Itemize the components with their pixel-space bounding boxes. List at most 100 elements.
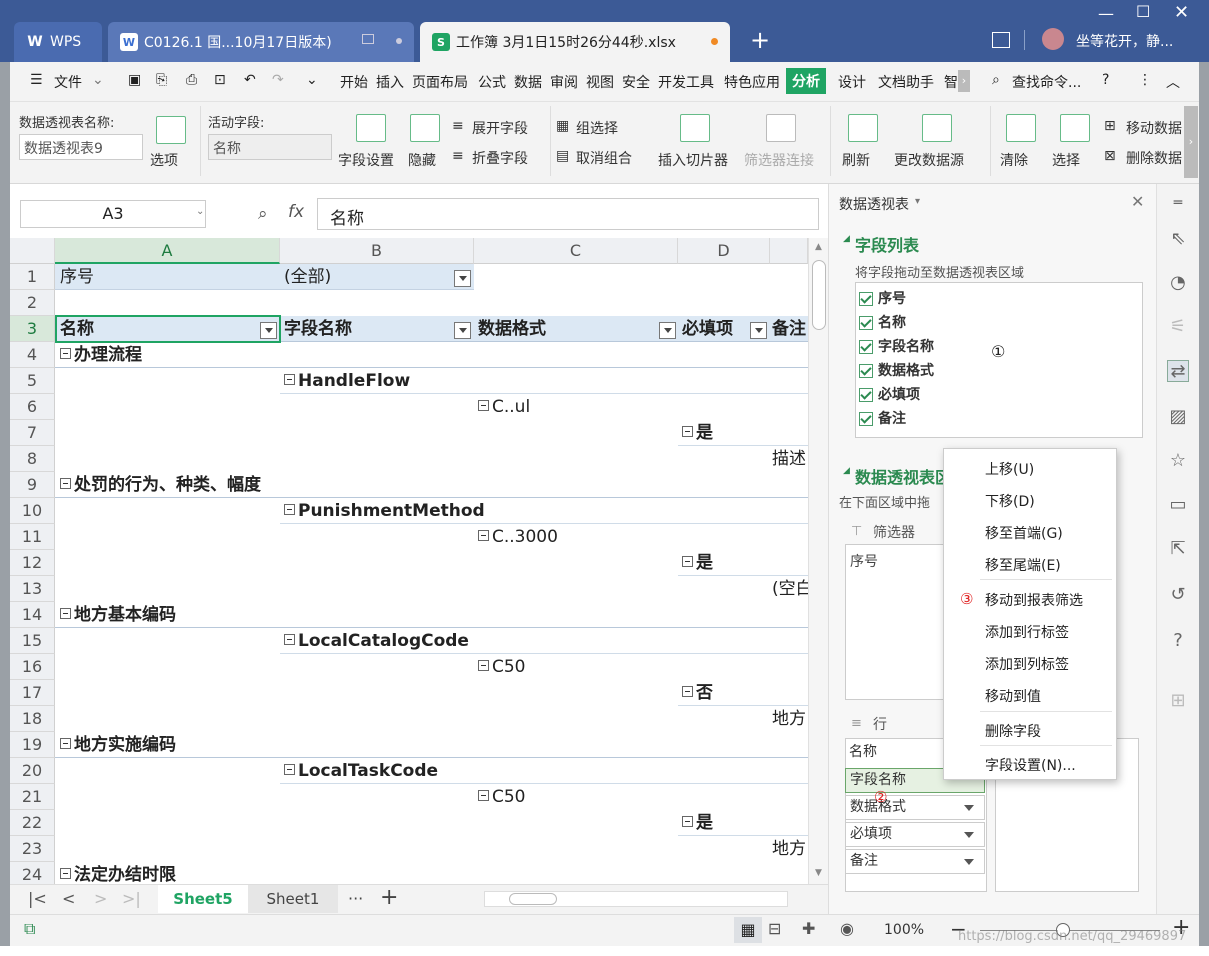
collapse-icon[interactable] (284, 503, 295, 515)
chevron-down-icon[interactable] (964, 859, 974, 865)
ungroup-icon[interactable]: ▤ (556, 148, 569, 164)
more-sheets-icon[interactable]: ··· (348, 889, 363, 908)
cell-b3[interactable]: 字段名称 (284, 316, 352, 342)
export-icon[interactable]: ⎘ (156, 72, 167, 88)
collapse-icon[interactable] (682, 555, 693, 567)
cell-b10[interactable]: PunishmentMethod (284, 498, 485, 524)
print-icon[interactable]: ⎙ (186, 72, 197, 88)
row-field-format[interactable]: 数据格式 (845, 795, 985, 820)
menu-move-down[interactable]: 下移(D) (985, 491, 1035, 511)
row-header[interactable]: 21 (10, 784, 55, 810)
zoom-level[interactable]: 100% (884, 922, 924, 938)
checkbox-checked-icon[interactable] (859, 292, 873, 306)
menu-move-to-first[interactable]: 移至首端(G) (985, 523, 1063, 543)
menu-data[interactable]: 数据 (514, 72, 542, 92)
more-icon[interactable]: ⌄ (306, 72, 318, 88)
cell-d3[interactable]: 必填项 (682, 316, 733, 342)
row-header[interactable]: 6 (10, 394, 55, 420)
field-item-seq[interactable]: 序号 (859, 288, 906, 308)
first-sheet-icon[interactable]: |< (28, 889, 47, 908)
menu-doc-assistant[interactable]: 文档助手 (878, 72, 934, 92)
checkbox-checked-icon[interactable] (859, 340, 873, 354)
checkbox-checked-icon[interactable] (859, 364, 873, 378)
collapse-icon[interactable] (60, 737, 71, 749)
apps-grid-icon[interactable]: ⊞ (1167, 690, 1189, 712)
cell-d7[interactable]: 是 (682, 420, 713, 446)
col-header-e[interactable] (770, 238, 808, 264)
sheet-tab-sheet1[interactable]: Sheet1 (248, 885, 338, 913)
select-all-corner[interactable] (10, 238, 55, 264)
menu-add-to-column-labels[interactable]: 添加到列标签 (985, 654, 1069, 674)
sheet-tab-sheet5[interactable]: Sheet5 (158, 885, 248, 913)
cell-e18[interactable]: 地方 (772, 706, 806, 732)
cell-e3[interactable]: 备注 (772, 316, 806, 342)
cell-d22[interactable]: 是 (682, 810, 713, 836)
redo-icon[interactable]: ↷ (272, 72, 284, 88)
history-icon[interactable]: ↺ (1167, 584, 1189, 606)
collapse-icon[interactable] (60, 347, 71, 359)
collapse-icon[interactable]: ≡ (452, 148, 464, 164)
refresh-icon[interactable] (848, 114, 878, 142)
horizontal-scrollbar[interactable] (484, 891, 788, 907)
cell-c11[interactable]: C..3000 (478, 524, 558, 550)
row-header[interactable]: 20 (10, 758, 55, 784)
reading-mode-icon[interactable]: ✚ (802, 919, 815, 938)
collapse-icon[interactable] (682, 815, 693, 827)
row-header[interactable]: 11 (10, 524, 55, 550)
row-header[interactable]: 3 (10, 316, 55, 342)
checkbox-checked-icon[interactable] (859, 388, 873, 402)
panel-title[interactable]: 数据透视表 (839, 194, 909, 214)
zoom-formula-icon[interactable]: ⌕ (258, 204, 268, 224)
collapse-icon[interactable] (478, 529, 489, 541)
row-header[interactable]: 19 (10, 732, 55, 758)
menu-more[interactable]: 智 (944, 72, 958, 92)
page-break-view-icon[interactable]: ⊟ (768, 919, 781, 938)
cell-a9[interactable]: 处罚的行为、种类、幅度 (60, 472, 261, 498)
hide-icon[interactable] (410, 114, 440, 142)
help-circle-icon[interactable]: ? (1167, 630, 1189, 652)
ribbon-scroll-icon[interactable]: › (1184, 106, 1198, 178)
row-field-remark[interactable]: 备注 (845, 849, 985, 874)
delete-pt-button[interactable]: 删除数据 (1126, 148, 1182, 168)
menu-security[interactable]: 安全 (622, 72, 650, 92)
col-header-b[interactable]: B (280, 238, 474, 264)
menu-insert[interactable]: 插入 (376, 72, 404, 92)
eye-protection-icon[interactable]: ◉ (840, 919, 854, 938)
cell-a14[interactable]: 地方基本编码 (60, 602, 176, 628)
col-header-a[interactable]: A (55, 238, 280, 264)
options-icon[interactable] (156, 116, 186, 144)
tab-wps[interactable]: W WPS (14, 22, 102, 62)
collapse-icon[interactable] (478, 789, 489, 801)
macro-icon[interactable]: ⧉ (24, 919, 35, 939)
menu-move-up[interactable]: 上移(U) (985, 459, 1034, 479)
formula-input[interactable]: 名称 (317, 198, 819, 230)
archive-icon[interactable]: ▭ (1167, 494, 1189, 516)
slicer-icon[interactable] (680, 114, 710, 142)
collapse-icon[interactable] (60, 607, 71, 619)
move-pt-button[interactable]: 移动数据 (1126, 118, 1182, 138)
row-header[interactable]: 9 (10, 472, 55, 498)
expand-icon[interactable]: ≡ (452, 118, 464, 134)
chevron-down-icon[interactable]: ⌄ (92, 72, 104, 88)
cursor-icon[interactable]: ⇖ (1167, 228, 1189, 250)
checkbox-checked-icon[interactable] (859, 316, 873, 330)
col-header-c[interactable]: C (474, 238, 678, 264)
cell-d12[interactable]: 是 (682, 550, 713, 576)
cell-d17[interactable]: 否 (682, 680, 713, 706)
menu-developer[interactable]: 开发工具 (658, 72, 714, 92)
maximize-icon[interactable]: ☐ (1136, 2, 1150, 21)
menu-delete-field[interactable]: 删除字段 (985, 721, 1041, 741)
panel-title-dropdown-icon[interactable]: ▾ (915, 196, 920, 207)
row-header[interactable]: 16 (10, 654, 55, 680)
row-header[interactable]: 10 (10, 498, 55, 524)
menu-start[interactable]: 开始 (340, 72, 368, 92)
row-header[interactable]: 17 (10, 680, 55, 706)
row-header[interactable]: 22 (10, 810, 55, 836)
active-field-input[interactable]: 名称 (208, 134, 332, 160)
row-header[interactable]: 7 (10, 420, 55, 446)
unsaved-dot-icon[interactable] (711, 38, 718, 45)
menu-move-to-report-filter[interactable]: 移动到报表筛选 (985, 590, 1083, 610)
cell-c21[interactable]: C50 (478, 784, 526, 810)
prev-sheet-icon[interactable]: < (62, 889, 75, 908)
collapse-icon[interactable] (478, 399, 489, 411)
